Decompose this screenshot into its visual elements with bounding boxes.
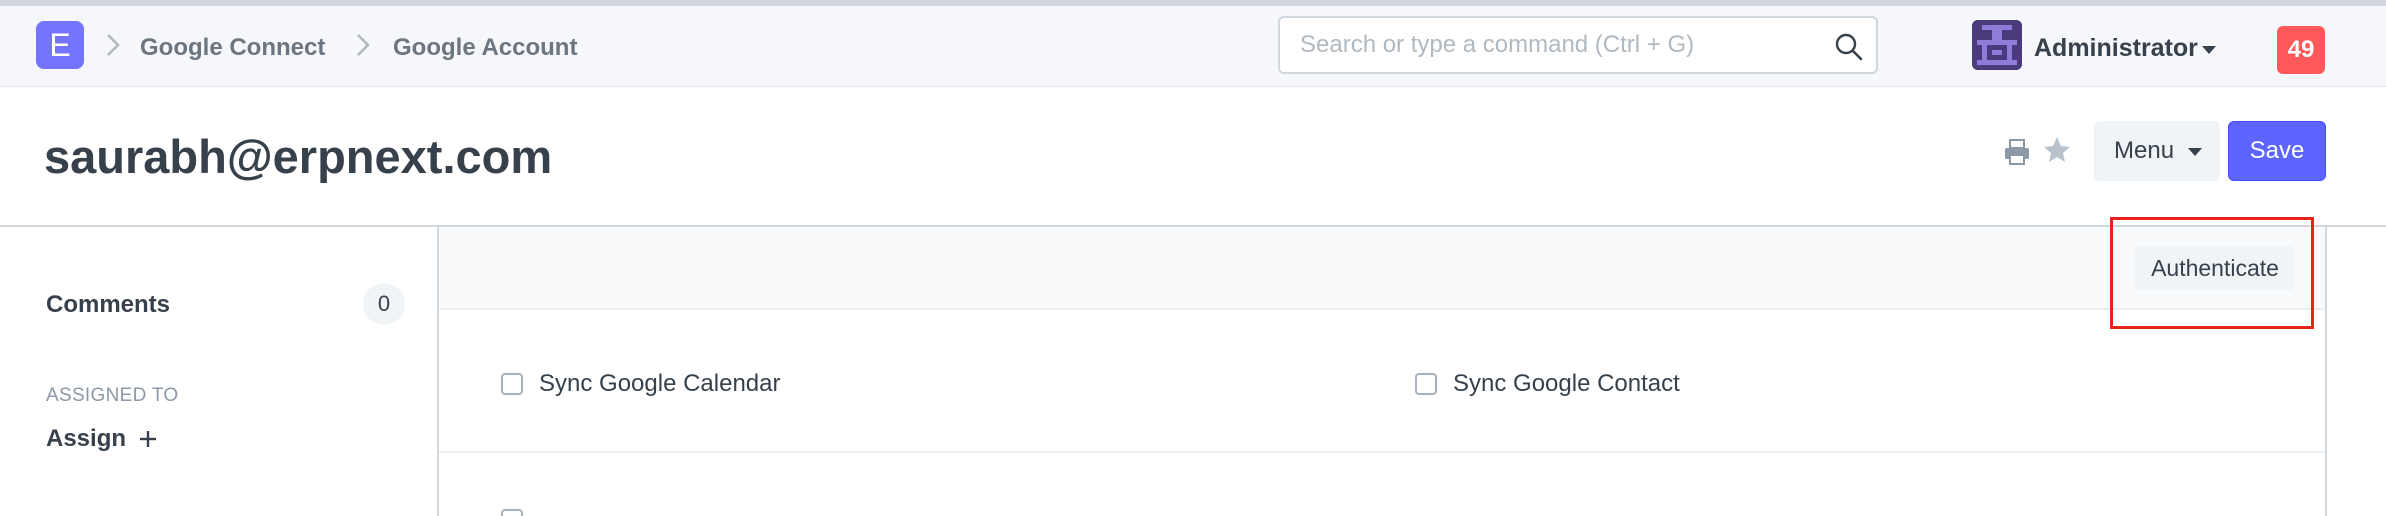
app-logo[interactable]: E — [36, 21, 84, 69]
search-input[interactable] — [1280, 18, 1820, 72]
plus-icon — [140, 431, 157, 447]
notification-badge[interactable]: 49 — [2277, 26, 2325, 74]
form-toolbar: Authenticate — [439, 227, 2325, 310]
page-head: saurabh@erpnext.com Menu Save — [0, 87, 2386, 227]
user-menu[interactable]: Administrator — [2034, 34, 2198, 63]
sync-google-calendar-field[interactable]: Sync Google Calendar — [501, 370, 780, 398]
assign-button[interactable]: Assign — [46, 425, 158, 453]
search-icon[interactable] — [1834, 32, 1864, 62]
authenticate-button[interactable]: Authenticate — [2135, 246, 2295, 290]
caret-down-icon — [2188, 148, 2202, 156]
sidebar: Comments 0 ASSIGNED TO Assign — [0, 227, 437, 516]
chevron-right-icon — [357, 34, 370, 56]
page-title: saurabh@erpnext.com — [44, 130, 553, 183]
caret-down-icon[interactable] — [2202, 46, 2216, 54]
assign-label: Assign — [46, 425, 127, 452]
form-layout: Authenticate Sync Google Calendar Sync G… — [437, 227, 2327, 516]
star-icon[interactable] — [2042, 135, 2072, 165]
form-section: Sync Google Calendar Sync Google Contact — [439, 310, 2325, 453]
sync-google-calendar-checkbox[interactable] — [501, 373, 523, 395]
sync-google-contact-checkbox[interactable] — [1415, 373, 1437, 395]
sync-google-contact-label: Sync Google Contact — [1453, 370, 1680, 397]
menu-button[interactable]: Menu — [2094, 121, 2220, 181]
breadcrumb-google-account[interactable]: Google Account — [393, 34, 577, 62]
sync-google-calendar-label: Sync Google Calendar — [539, 370, 781, 397]
save-button[interactable]: Save — [2228, 121, 2326, 181]
navbar: E Google Connect Google Account Administ… — [0, 0, 2386, 87]
search-box — [1278, 16, 1878, 74]
comments-count-badge: 0 — [363, 283, 405, 325]
checkbox[interactable] — [501, 509, 523, 516]
menu-button-label: Menu — [2114, 137, 2175, 164]
avatar[interactable] — [1972, 20, 2022, 70]
comments-link[interactable]: Comments — [46, 291, 170, 319]
breadcrumb-google-connect[interactable]: Google Connect — [140, 34, 325, 62]
chevron-right-icon — [107, 34, 120, 56]
assigned-to-label: ASSIGNED TO — [46, 385, 179, 406]
printer-icon[interactable] — [2002, 137, 2032, 167]
avatar-pattern-icon — [1972, 20, 2022, 70]
sync-google-contact-field[interactable]: Sync Google Contact — [1415, 370, 1680, 398]
